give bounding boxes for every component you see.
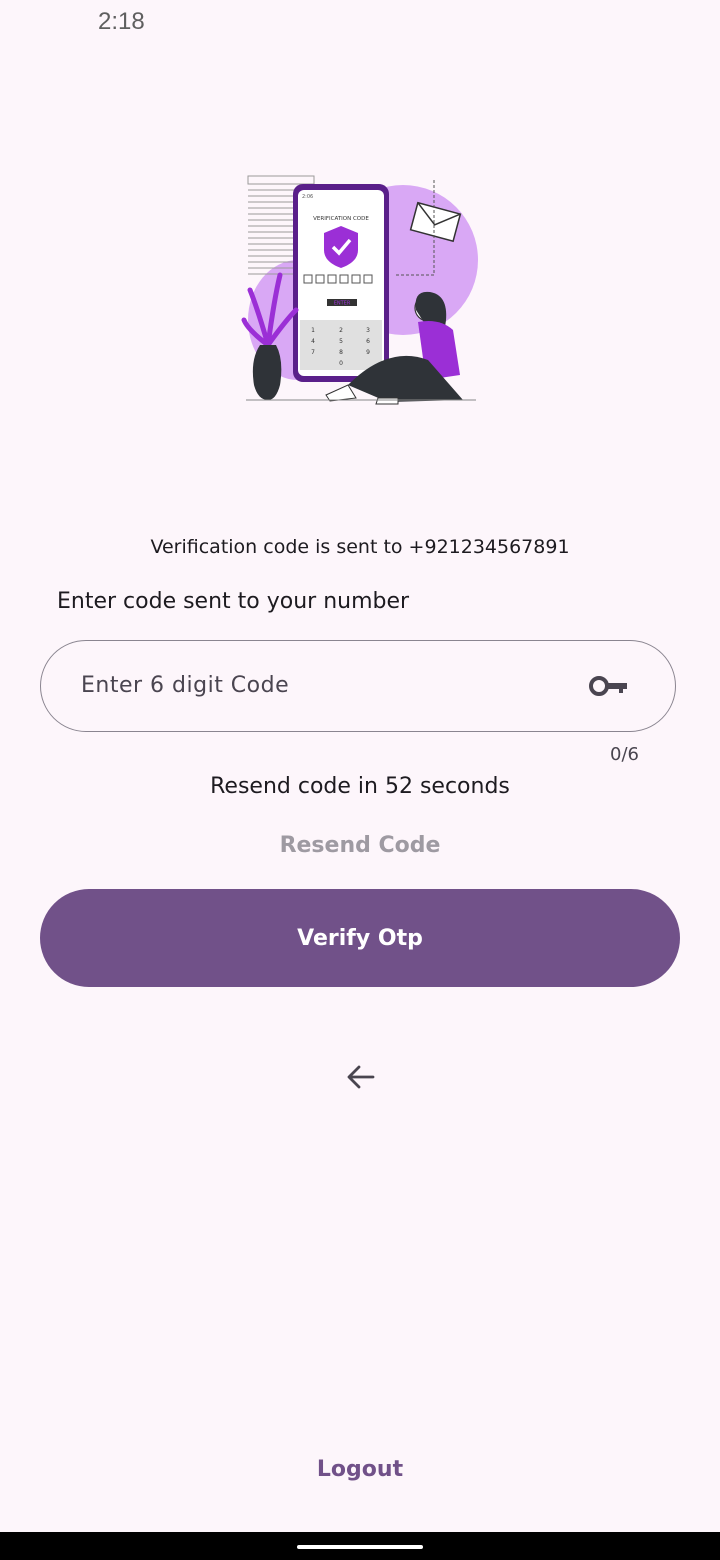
- svg-text:1: 1: [311, 327, 315, 334]
- otp-code-field[interactable]: Enter 6 digit Code: [40, 640, 676, 732]
- resend-code-button[interactable]: Resend Code: [0, 833, 720, 858]
- verify-otp-label: Verify Otp: [297, 925, 423, 951]
- phone-time: 2:06: [302, 194, 313, 200]
- verification-message: Verification code is sent to +9212345678…: [150, 536, 570, 558]
- verify-otp-button[interactable]: Verify Otp: [40, 889, 680, 987]
- system-navigation-bar: [0, 1532, 720, 1560]
- svg-text:9: 9: [366, 349, 370, 356]
- svg-text:6: 6: [366, 338, 370, 345]
- key-icon: [589, 676, 627, 696]
- svg-text:2: 2: [339, 327, 343, 334]
- resend-timer-text: Resend code in 52 seconds: [210, 774, 510, 799]
- verification-illustration: 2:06 VERIFICATION CODE ENTER 1 2 3 4 5 6 7 8 9…: [241, 175, 478, 405]
- svg-text:0: 0: [339, 360, 343, 367]
- arrow-left-icon[interactable]: [344, 1061, 376, 1093]
- character-counter: 0/6: [610, 744, 639, 765]
- svg-text:4: 4: [311, 338, 315, 345]
- svg-text:7: 7: [311, 349, 315, 356]
- svg-text:5: 5: [339, 338, 343, 345]
- svg-text:3: 3: [366, 327, 370, 334]
- logout-button[interactable]: Logout: [0, 1457, 720, 1482]
- otp-code-placeholder[interactable]: Enter 6 digit Code: [81, 673, 289, 698]
- home-gesture-handle[interactable]: [297, 1545, 423, 1549]
- phone-caption: VERIFICATION CODE: [313, 216, 369, 222]
- status-time: 2:18: [98, 8, 145, 35]
- code-input-label: Enter code sent to your number: [57, 589, 410, 614]
- svg-text:8: 8: [339, 349, 343, 356]
- phone-enter-label: ENTER: [334, 301, 351, 307]
